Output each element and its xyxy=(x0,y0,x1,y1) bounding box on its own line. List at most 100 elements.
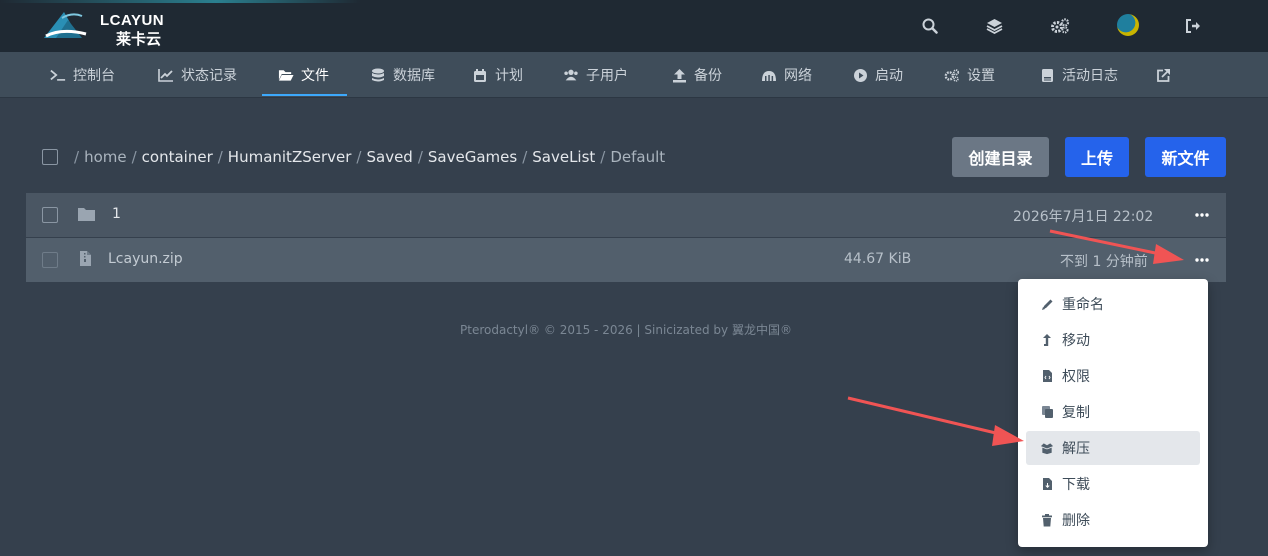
menu-label: 移动 xyxy=(1062,333,1090,349)
file-modified: 不到 1 分钟前 xyxy=(1060,254,1148,270)
nav-files[interactable]: 文件 xyxy=(278,52,329,98)
logo-mark-icon xyxy=(44,12,87,38)
database-icon xyxy=(370,67,386,83)
file-name[interactable]: Lcayun.zip xyxy=(108,251,183,267)
menu-label: 解压 xyxy=(1062,441,1090,457)
annotation-arrow-extract-icon xyxy=(847,396,1024,446)
select-all-checkbox[interactable] xyxy=(42,149,58,165)
breadcrumb-item[interactable]: container xyxy=(142,148,213,166)
row-checkbox[interactable] xyxy=(42,207,58,223)
search-icon[interactable] xyxy=(918,14,942,38)
breadcrumb-item[interactable]: HumanitZServer xyxy=(228,148,352,166)
menu-label: 权限 xyxy=(1062,369,1090,385)
create-directory-button[interactable]: 创建目录 xyxy=(952,137,1049,177)
upload-button[interactable]: 上传 xyxy=(1065,137,1129,177)
nav-label: 备份 xyxy=(694,68,722,84)
layers-icon[interactable] xyxy=(982,14,1006,38)
clipboard-icon xyxy=(1039,67,1055,83)
folder-icon xyxy=(77,206,96,226)
file-code-icon xyxy=(1040,369,1054,383)
menu-delete[interactable]: 删除 xyxy=(1026,503,1200,537)
nav-console[interactable]: 控制台 xyxy=(50,52,115,98)
nav-label: 控制台 xyxy=(73,68,115,84)
cogs-icon[interactable] xyxy=(1048,14,1072,38)
nav-label: 子用户 xyxy=(586,68,628,84)
nav-label: 设置 xyxy=(967,68,995,84)
top-bar: LCAYUN 莱卡云 xyxy=(0,0,1268,52)
breadcrumb-item[interactable]: SaveGames xyxy=(428,148,517,166)
nav-stats[interactable]: 状态记录 xyxy=(158,52,237,98)
breadcrumb-item[interactable]: Saved xyxy=(366,148,412,166)
file-size: 44.67 KiB xyxy=(844,251,912,267)
top-accent-line xyxy=(0,0,360,3)
breadcrumb-separator: / xyxy=(217,148,223,166)
box-open-icon xyxy=(1040,441,1054,455)
nav-databases[interactable]: 数据库 xyxy=(370,52,435,98)
nav-label: 状态记录 xyxy=(181,68,237,84)
brand-subname: 莱卡云 xyxy=(116,30,162,48)
file-modified: 2026年7月1日 22:02 xyxy=(1013,209,1154,225)
file-context-menu: 重命名 移动 权限 复制 解压 下载 删除 xyxy=(1018,279,1208,547)
file-archive-icon xyxy=(79,250,92,271)
brand-name: LCAYUN xyxy=(100,12,165,29)
nav-backups[interactable]: 备份 xyxy=(671,52,722,98)
new-file-button[interactable]: 新文件 xyxy=(1145,137,1226,177)
menu-label: 复制 xyxy=(1062,405,1090,421)
menu-copy[interactable]: 复制 xyxy=(1026,395,1200,429)
breadcrumb-item[interactable]: home xyxy=(84,148,127,166)
nav-label: 数据库 xyxy=(393,68,435,84)
nav-label: 活动日志 xyxy=(1062,68,1118,84)
breadcrumb-separator: / xyxy=(131,148,137,166)
users-icon xyxy=(563,67,579,83)
breadcrumb-current: Default xyxy=(610,148,666,166)
breadcrumb-separator: / xyxy=(522,148,528,166)
more-options-icon[interactable] xyxy=(1194,207,1210,223)
file-row[interactable]: 1 2026年7月1日 22:02 xyxy=(26,193,1226,237)
menu-extract[interactable]: 解压 xyxy=(1026,431,1200,465)
breadcrumb-separator: / xyxy=(417,148,423,166)
folder-open-icon xyxy=(278,67,294,83)
play-icon xyxy=(852,67,868,83)
menu-label: 重命名 xyxy=(1062,297,1104,313)
file-row[interactable]: Lcayun.zip 44.67 KiB 不到 1 分钟前 xyxy=(26,238,1226,282)
breadcrumb: / home / container / HumanitZServer / Sa… xyxy=(74,146,665,168)
terminal-icon xyxy=(50,67,66,83)
nav-activity[interactable]: 活动日志 xyxy=(1039,52,1118,98)
server-nav: 控制台 状态记录 文件 数据库 计划 子用户 备份 网络 启动 设置 活动日志 xyxy=(0,52,1268,98)
menu-label: 下载 xyxy=(1062,477,1090,493)
brand-logo[interactable]: LCAYUN 莱卡云 xyxy=(42,8,182,48)
file-download-icon xyxy=(1040,477,1054,491)
sign-out-icon[interactable] xyxy=(1181,14,1205,38)
trash-icon xyxy=(1040,513,1054,527)
breadcrumb-root[interactable]: / xyxy=(74,148,79,166)
menu-permissions[interactable]: 权限 xyxy=(1026,359,1200,393)
nav-label: 计划 xyxy=(495,68,523,84)
nav-external-link[interactable] xyxy=(1155,52,1171,98)
breadcrumb-item[interactable]: SaveList xyxy=(532,148,595,166)
file-name[interactable]: 1 xyxy=(112,206,121,222)
row-checkbox[interactable] xyxy=(42,252,58,268)
nav-schedules[interactable]: 计划 xyxy=(472,52,523,98)
nav-label: 启动 xyxy=(875,68,903,84)
cogs-icon xyxy=(944,67,960,83)
nav-users[interactable]: 子用户 xyxy=(563,52,628,98)
network-icon xyxy=(761,67,777,83)
nav-settings[interactable]: 设置 xyxy=(944,52,995,98)
nav-label: 文件 xyxy=(301,68,329,84)
copy-icon xyxy=(1040,405,1054,419)
avatar[interactable] xyxy=(1117,14,1139,36)
nav-label: 网络 xyxy=(784,68,812,84)
breadcrumb-separator: / xyxy=(600,148,606,166)
level-up-icon xyxy=(1040,333,1054,347)
nav-active-indicator xyxy=(262,94,347,96)
calendar-icon xyxy=(472,67,488,83)
breadcrumb-separator: / xyxy=(356,148,362,166)
menu-label: 删除 xyxy=(1062,513,1090,529)
external-link-icon xyxy=(1155,67,1171,83)
nav-network[interactable]: 网络 xyxy=(761,52,812,98)
menu-move[interactable]: 移动 xyxy=(1026,323,1200,357)
menu-download[interactable]: 下载 xyxy=(1026,467,1200,501)
nav-startup[interactable]: 启动 xyxy=(852,52,903,98)
menu-rename[interactable]: 重命名 xyxy=(1026,287,1200,321)
more-options-icon[interactable] xyxy=(1194,252,1210,268)
